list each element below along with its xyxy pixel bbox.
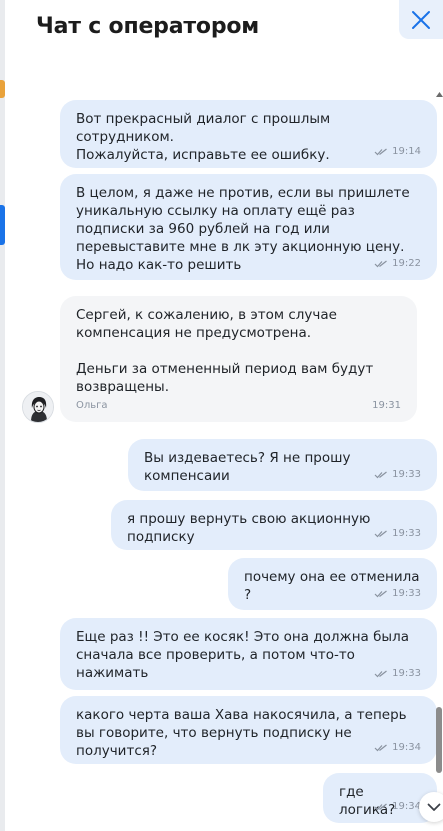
scroll-up-arrow[interactable] xyxy=(435,90,443,98)
double-check-icon xyxy=(374,803,388,811)
message-outgoing: Вы издеваетесь? Я не прошу компенсаии 19… xyxy=(128,439,437,491)
message-time: 19:33 xyxy=(392,588,421,599)
double-check-icon xyxy=(374,530,388,538)
scroll-to-bottom-button[interactable] xyxy=(419,792,443,822)
double-check-icon xyxy=(374,260,388,268)
message-list[interactable]: Вот прекрасный диалог с прошлым сотрудни… xyxy=(5,62,437,831)
message-text: Вот прекрасный диалог с прошлым сотрудни… xyxy=(76,111,331,163)
double-check-icon xyxy=(374,744,388,752)
message-outgoing: где логика? 19:34 xyxy=(323,773,437,823)
message-outgoing: почему она ее отменила ? 19:33 xyxy=(228,558,437,610)
message-time: 19:34 xyxy=(392,742,421,753)
double-check-icon xyxy=(374,148,388,156)
scrollbar-thumb[interactable] xyxy=(436,707,442,773)
close-button[interactable] xyxy=(399,0,443,39)
message-text: какого черта ваша Хава накосячила, а теп… xyxy=(76,707,407,759)
operator-avatar-image xyxy=(23,392,53,422)
double-check-icon xyxy=(374,670,388,678)
message-meta: Ольга 19:31 xyxy=(76,397,401,415)
message-meta: 19:14 xyxy=(374,143,421,161)
message-time: 19:33 xyxy=(392,668,421,679)
message-text: Еще раз !! Это ее косяк! Это она должна … xyxy=(76,629,409,681)
message-time: 19:33 xyxy=(392,469,421,480)
chevron-down-icon xyxy=(427,803,441,811)
chat-scrollbar[interactable] xyxy=(435,90,443,780)
message-meta: 19:33 xyxy=(374,585,421,603)
message-outgoing: Вот прекрасный диалог с прошлым сотрудни… xyxy=(60,100,437,168)
message-text: Сергей, к сожалению, в этом случае компе… xyxy=(76,307,374,395)
message-outgoing: В целом, я даже не против, если вы пришл… xyxy=(60,174,437,280)
message-meta: 19:33 xyxy=(374,466,421,484)
message-incoming: Сергей, к сожалению, в этом случае компе… xyxy=(60,296,417,422)
message-time: 19:31 xyxy=(372,400,401,411)
message-sender: Ольга xyxy=(76,400,108,411)
operator-avatar xyxy=(22,391,54,423)
message-outgoing: я прошу вернуть свою акционную подписку … xyxy=(111,500,437,550)
triangle-up-icon xyxy=(435,91,443,97)
message-meta: 19:33 xyxy=(374,525,421,543)
chat-header: Чат с оператором xyxy=(5,0,443,62)
close-icon xyxy=(412,10,430,29)
message-outgoing: какого черта ваша Хава накосячила, а теп… xyxy=(60,696,437,764)
message-outgoing: Еще раз !! Это ее косяк! Это она должна … xyxy=(60,618,437,690)
message-meta: 19:34 xyxy=(374,798,421,816)
message-time: 19:14 xyxy=(392,146,421,157)
message-text: В целом, я даже не против, если вы пришл… xyxy=(76,185,410,273)
double-check-icon xyxy=(374,590,388,598)
message-time: 19:34 xyxy=(392,801,421,812)
message-time: 19:33 xyxy=(392,528,421,539)
message-meta: 19:34 xyxy=(374,739,421,757)
message-time: 19:22 xyxy=(392,258,421,269)
message-meta: 19:33 xyxy=(374,665,421,683)
message-meta: 19:22 xyxy=(374,255,421,273)
chat-title: Чат с оператором xyxy=(36,14,260,39)
double-check-icon xyxy=(374,471,388,479)
